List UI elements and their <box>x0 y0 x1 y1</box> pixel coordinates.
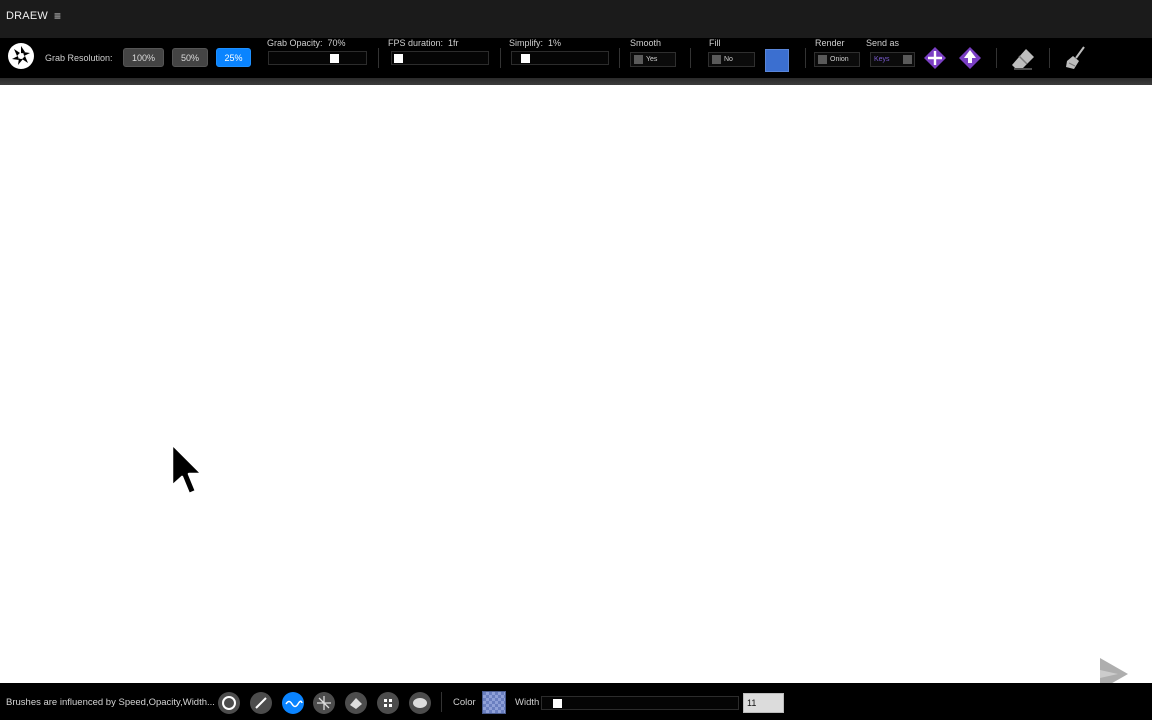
width-slider[interactable] <box>541 696 739 710</box>
send-as-label: Send as <box>866 38 900 48</box>
send-as-checkbox[interactable] <box>903 55 912 64</box>
width-slider-thumb[interactable] <box>553 699 562 708</box>
grid-brush-icon <box>384 699 392 707</box>
fps-duration-slider-thumb[interactable] <box>394 54 403 63</box>
star-brush-icon <box>317 696 331 710</box>
render-value: Onion <box>830 56 849 63</box>
top-toolbar: Grab Resolution: 100% 50% 25% Grab Opaci… <box>0 38 1152 78</box>
eraser-icon[interactable] <box>1010 45 1036 71</box>
render-toggle[interactable]: Onion <box>814 52 860 67</box>
brush-color-swatch[interactable] <box>482 691 506 714</box>
blob-brush-button[interactable] <box>409 692 431 714</box>
render-label: Render <box>815 38 845 48</box>
smooth-label: Smooth <box>630 38 662 48</box>
smooth-toggle[interactable]: Yes <box>630 52 676 67</box>
smooth-value: Yes <box>646 56 658 63</box>
line-brush-icon <box>255 697 267 709</box>
wave-brush-icon <box>285 700 303 708</box>
grab-opacity-slider[interactable] <box>268 51 367 65</box>
bottombar-divider <box>441 692 442 712</box>
fill-color-swatch[interactable] <box>765 49 789 72</box>
resolution-100-button[interactable]: 100% <box>123 48 164 67</box>
simplify-slider[interactable] <box>511 51 609 65</box>
send-as-value: Keys <box>874 56 890 63</box>
toolbar-divider <box>500 48 501 68</box>
toolbar-divider <box>805 48 806 68</box>
toolbar-shadow <box>0 78 1152 85</box>
resolution-25-button[interactable]: 25% <box>216 48 251 67</box>
toolbar-divider <box>996 48 997 68</box>
stamp-brush-button[interactable] <box>345 692 367 714</box>
star-brush-button[interactable] <box>313 692 335 714</box>
toolbar-divider <box>1049 48 1050 68</box>
grab-opacity-label: Grab Opacity: 70% <box>267 38 346 48</box>
fps-duration-label-text: FPS duration: <box>388 38 444 48</box>
drawing-canvas[interactable] <box>0 85 1152 683</box>
simplify-label-text: Simplify: <box>509 38 544 48</box>
bottom-toolbar: Brushes are influenced by Speed,Opacity,… <box>0 683 1152 720</box>
circle-brush-button[interactable] <box>218 692 240 714</box>
grid-brush-button[interactable] <box>377 692 399 714</box>
shutter-icon[interactable] <box>8 43 34 69</box>
fill-toggle[interactable]: No <box>708 52 755 67</box>
mouse-pointer-icon <box>170 442 204 496</box>
export-keyframe-icon[interactable] <box>957 45 983 71</box>
wave-brush-button[interactable] <box>282 692 304 714</box>
toolbar-divider <box>378 48 379 68</box>
line-brush-button[interactable] <box>250 692 272 714</box>
render-checkbox[interactable] <box>818 55 827 64</box>
fps-duration-label: FPS duration: 1fr <box>388 38 459 48</box>
grab-opacity-slider-thumb[interactable] <box>330 54 339 63</box>
fps-duration-slider[interactable] <box>391 51 489 65</box>
fill-label: Fill <box>709 38 721 48</box>
simplify-slider-thumb[interactable] <box>521 54 530 63</box>
fps-duration-value: 1fr <box>448 38 459 48</box>
app-title: DRAEW <box>6 10 48 22</box>
app-window: DRAEW ≡ Grab Resolution: 100% 50% 25% Gr… <box>0 0 1152 720</box>
grab-opacity-value: 70% <box>327 38 346 48</box>
blob-brush-icon <box>413 698 427 708</box>
hamburger-menu-icon[interactable]: ≡ <box>54 9 61 23</box>
grab-opacity-label-text: Grab Opacity: <box>267 38 323 48</box>
width-input[interactable] <box>743 693 784 713</box>
width-label: Width <box>515 697 540 708</box>
simplify-value: 1% <box>548 38 562 48</box>
add-keyframe-icon[interactable] <box>922 45 948 71</box>
color-label: Color <box>453 697 476 708</box>
fill-value: No <box>724 56 733 63</box>
smooth-checkbox[interactable] <box>634 55 643 64</box>
brush-hint-text: Brushes are influenced by Speed,Opacity,… <box>6 697 215 708</box>
send-as-select[interactable]: Keys <box>870 52 915 67</box>
toolbar-divider <box>619 48 620 68</box>
resolution-50-button[interactable]: 50% <box>172 48 208 67</box>
broom-icon[interactable] <box>1063 45 1089 71</box>
circle-brush-icon <box>222 696 236 710</box>
grab-resolution-label: Grab Resolution: <box>45 53 113 63</box>
stamp-brush-icon <box>350 698 362 709</box>
toolbar-divider <box>690 48 691 68</box>
title-bar: DRAEW ≡ <box>0 0 1152 38</box>
fill-checkbox[interactable] <box>712 55 721 64</box>
simplify-label: Simplify: 1% <box>509 38 561 48</box>
